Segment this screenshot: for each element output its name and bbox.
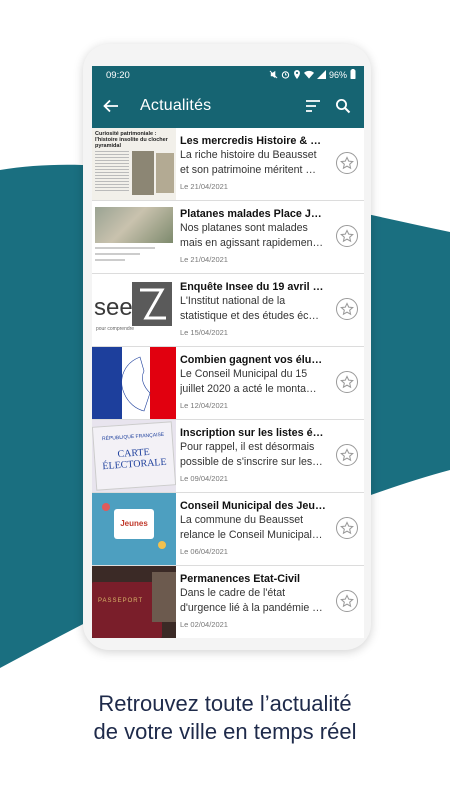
news-date: Le 21/04/2021	[180, 255, 228, 264]
sort-icon[interactable]	[298, 91, 328, 121]
signal-icon	[316, 69, 326, 81]
news-thumbnail: RÉPUBLIQUE FRANÇAISE CARTE ÉLECTORALE	[92, 420, 176, 492]
alarm-icon	[281, 70, 290, 81]
status-bar: 09:20 96%	[92, 66, 364, 84]
mute-icon	[269, 70, 278, 81]
news-thumbnail: Curiosité patrimoniale : l'histoire inso…	[92, 128, 176, 200]
caption-line-2: de votre ville en temps réel	[93, 719, 357, 744]
caption-line-1: Retrouvez toute l’actualité	[98, 691, 352, 716]
thumbnail-logo-subtext: pour comprendre	[96, 326, 135, 332]
news-title: Permanences Etat-Civil	[180, 573, 301, 585]
news-item[interactable]: see pour comprendre Enquête Insee du 19 …	[92, 274, 364, 347]
battery-percent: 96%	[328, 70, 347, 80]
news-item[interactable]: Platanes malades Place Jean … Nos platan…	[92, 201, 364, 274]
battery-icon	[350, 69, 356, 81]
news-title: Conseil Municipal des Jeunes	[180, 500, 326, 512]
news-date: Le 09/04/2021	[180, 474, 228, 483]
news-thumbnail: PASSEPORT	[92, 566, 176, 638]
favorite-star-icon[interactable]	[336, 225, 358, 247]
arrow-back-icon[interactable]	[100, 95, 122, 117]
news-title: Inscription sur les listes électora…	[180, 427, 326, 439]
news-date: Le 12/04/2021	[180, 401, 228, 410]
news-list: Curiosité patrimoniale : l'histoire inso…	[92, 128, 364, 638]
status-time: 09:20	[106, 69, 130, 81]
news-thumbnail: Jeunes	[92, 493, 176, 565]
news-description: La commune du Beausset relance le Consei…	[180, 514, 323, 541]
page-title: Actualités	[140, 97, 212, 114]
app-bar: Actualités	[92, 84, 364, 128]
news-description: La riche histoire du Beausset et son pat…	[180, 149, 317, 176]
news-item[interactable]: Curiosité patrimoniale : l'histoire inso…	[92, 128, 364, 201]
favorite-star-icon[interactable]	[336, 517, 358, 539]
thumbnail-logo-text: see	[94, 294, 133, 321]
news-title: Les mercredis Histoire & Patrim…	[180, 135, 326, 147]
thumbnail-passport-text: PASSEPORT	[98, 598, 144, 604]
thumbnail-text: Jeunes	[120, 519, 148, 528]
news-description: Dans le cadre de l'état d'urgence lié à …	[180, 587, 323, 614]
news-description: Le Conseil Municipal du 15 juillet 2020 …	[180, 368, 317, 395]
news-thumbnail	[92, 347, 176, 419]
news-item[interactable]: Jeunes Conseil Municipal des Jeunes La c…	[92, 493, 364, 566]
news-description: Pour rappel, il est désormais possible d…	[180, 441, 323, 468]
news-title: Combien gagnent vos élus ?	[180, 354, 326, 366]
favorite-star-icon[interactable]	[336, 444, 358, 466]
news-date: Le 06/04/2021	[180, 547, 228, 556]
news-thumbnail	[92, 201, 176, 273]
wifi-icon	[303, 70, 314, 81]
news-date: Le 02/04/2021	[180, 620, 228, 629]
news-item[interactable]: RÉPUBLIQUE FRANÇAISE CARTE ÉLECTORALE In…	[92, 420, 364, 493]
thumbnail-headline: Curiosité patrimoniale : l'histoire inso…	[95, 131, 168, 149]
news-title: Platanes malades Place Jean …	[180, 208, 326, 220]
news-title: Enquête Insee du 19 avril au 26 j…	[180, 281, 326, 293]
location-icon	[293, 69, 301, 81]
news-item[interactable]: Combien gagnent vos élus ? Le Conseil Mu…	[92, 347, 364, 420]
favorite-star-icon[interactable]	[336, 590, 358, 612]
news-thumbnail: see pour comprendre	[92, 274, 176, 346]
favorite-star-icon[interactable]	[336, 298, 358, 320]
news-item[interactable]: PASSEPORT Permanences Etat-Civil Dans le…	[92, 566, 364, 638]
phone-screen: 09:20 96% Actualités Curiosité patrimoni…	[92, 66, 364, 638]
news-description: L'Institut national de la statistique et…	[180, 295, 319, 322]
news-date: Le 21/04/2021	[180, 182, 228, 191]
news-description: Nos platanes sont malades mais en agissa…	[180, 222, 324, 249]
search-icon[interactable]	[328, 91, 358, 121]
status-icons: 96%	[269, 69, 356, 81]
favorite-star-icon[interactable]	[336, 152, 358, 174]
thumbnail-card-text: CARTE ÉLECTORALE	[102, 446, 167, 473]
favorite-star-icon[interactable]	[336, 371, 358, 393]
news-date: Le 15/04/2021	[180, 328, 228, 337]
promo-caption: Retrouvez toute l’actualité de votre vil…	[0, 690, 450, 746]
